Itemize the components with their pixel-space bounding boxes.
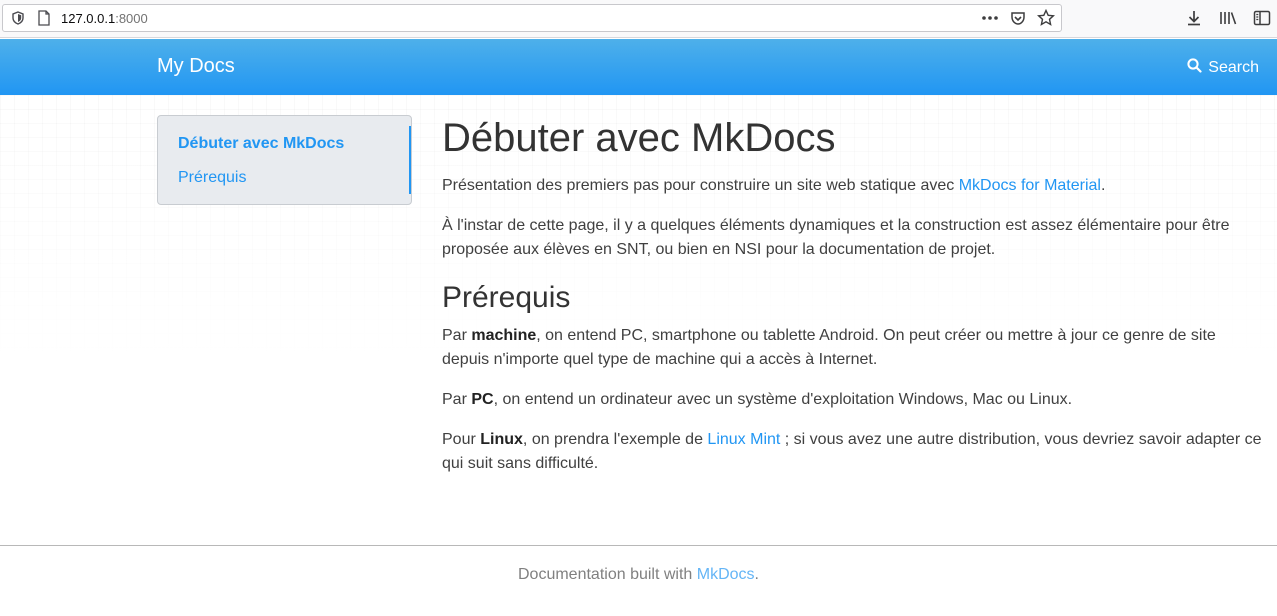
sidebar-toggle-icon[interactable]	[1252, 8, 1272, 28]
machine-bold: machine	[471, 327, 537, 344]
toc-item-prerequis[interactable]: Prérequis	[178, 169, 246, 187]
search-button[interactable]: Search	[1187, 58, 1259, 78]
linux-paragraph: Pour Linux, on prendra l'exemple de Linu…	[442, 428, 1262, 476]
machine-post: , on entend PC, smartphone ou tablette A…	[442, 327, 1216, 368]
pocket-icon[interactable]	[1009, 9, 1027, 27]
library-icon[interactable]	[1218, 8, 1238, 28]
site-header: My Docs Search	[0, 39, 1277, 95]
search-label: Search	[1208, 59, 1259, 76]
intro-end: .	[1100, 177, 1106, 194]
machine-paragraph: Par machine, on entend PC, smartphone ou…	[442, 324, 1262, 372]
search-icon	[1187, 58, 1202, 78]
linux-bold: Linux	[480, 431, 523, 448]
intro-paragraph: Présentation des premiers pas pour const…	[442, 174, 1262, 198]
mkdocs-material-link[interactable]: MkDocs for Material	[959, 177, 1101, 194]
url-host: 127.0.0.1	[61, 11, 116, 26]
linux-mint-link[interactable]: Linux Mint	[707, 431, 780, 448]
footer-end: .	[754, 566, 759, 583]
machine-pre: Par	[442, 327, 472, 344]
url-text[interactable]: 127.0.0.1:8000	[61, 11, 148, 26]
main-content: Débuter avec MkDocs Présentation des pre…	[442, 112, 1262, 492]
site-brand[interactable]: My Docs	[157, 55, 235, 78]
intro-text: Présentation des premiers pas pour const…	[442, 177, 959, 194]
toc-item-debuter[interactable]: Débuter avec MkDocs	[178, 135, 344, 153]
footer-label: Documentation built with	[518, 566, 697, 583]
shield-icon[interactable]	[11, 11, 25, 25]
toc-sidebar: Débuter avec MkDocs Prérequis	[157, 115, 412, 205]
url-port: :8000	[115, 11, 148, 26]
mkdocs-footer-link[interactable]: MkDocs	[697, 566, 755, 583]
pc-bold: PC	[471, 391, 494, 408]
context-paragraph: À l'instar de cette page, il y a quelque…	[442, 217, 1230, 258]
site-footer: Documentation built with MkDocs.	[0, 545, 1277, 616]
download-icon[interactable]	[1184, 8, 1204, 28]
more-actions-icon[interactable]	[981, 9, 999, 27]
footer-text: Documentation built with MkDocs.	[0, 566, 1277, 584]
linux-pre: Pour	[442, 431, 481, 448]
section-title-prerequis: Prérequis	[442, 281, 571, 314]
page-icon	[37, 10, 51, 26]
linux-mid: , on prendra l'exemple de	[522, 431, 708, 448]
url-bar[interactable]: 127.0.0.1:8000	[2, 4, 1062, 32]
page-title: Débuter avec MkDocs	[442, 116, 836, 160]
pc-post: , on entend un ordinateur avec un systèm…	[493, 391, 1073, 408]
bookmark-star-icon[interactable]	[1037, 9, 1055, 27]
pc-pre: Par	[442, 391, 472, 408]
pc-paragraph: Par PC, on entend un ordinateur avec un …	[442, 388, 1262, 412]
browser-toolbar: 127.0.0.1:8000	[0, 0, 1277, 38]
